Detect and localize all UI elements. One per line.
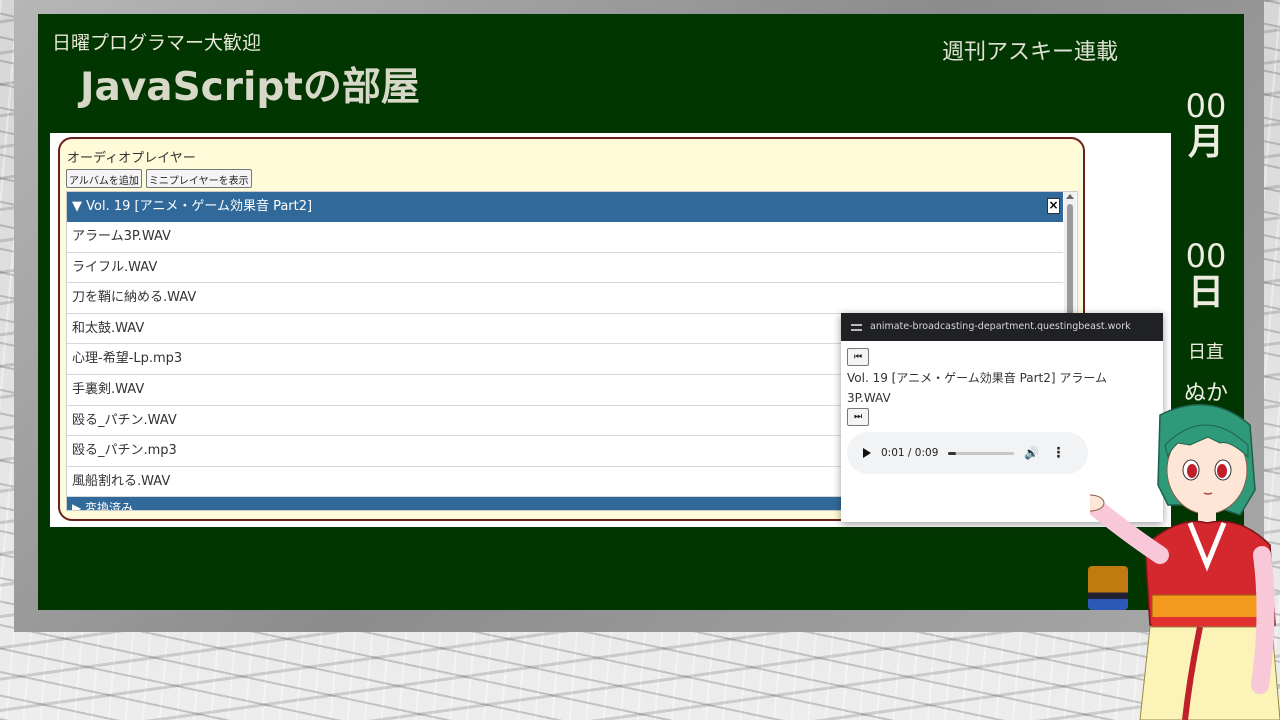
album-header[interactable]: ▼ Vol. 19 [アニメ・ゲーム効果音 Part2] × bbox=[67, 192, 1063, 222]
duty-label: 日直 bbox=[1188, 342, 1224, 363]
play-icon[interactable] bbox=[863, 448, 871, 458]
add-album-button[interactable]: アルバムを追加 bbox=[66, 169, 142, 188]
track-item[interactable]: アラーム3P.WAV bbox=[67, 222, 1063, 253]
day-number: 00 bbox=[1185, 237, 1227, 275]
player-title: オーディオプレイヤー bbox=[67, 151, 196, 166]
audio-control: 0:01 / 0:09 🔊 ⋮ bbox=[847, 432, 1088, 474]
track-item[interactable]: ライフル.WAV bbox=[67, 253, 1063, 284]
audio-time: 0:01 / 0:09 bbox=[881, 447, 939, 459]
track-item[interactable]: 刀を鞘に納める.WAV bbox=[67, 283, 1063, 314]
site-settings-icon[interactable] bbox=[851, 322, 862, 332]
album-title: ▼ Vol. 19 [アニメ・ゲーム効果音 Part2] bbox=[72, 199, 313, 214]
month-unit: 月 bbox=[1187, 121, 1224, 163]
previous-track-button[interactable]: ⏮ bbox=[847, 348, 869, 366]
volume-icon[interactable]: 🔊 bbox=[1024, 446, 1039, 460]
date-day: 00 日 bbox=[1168, 237, 1244, 313]
mini-player-url: animate-broadcasting-department.questing… bbox=[870, 321, 1131, 332]
close-icon[interactable]: × bbox=[1047, 198, 1060, 214]
audio-progress-bar[interactable] bbox=[948, 451, 1015, 455]
month-number: 00 bbox=[1185, 87, 1227, 125]
scroll-up-icon[interactable] bbox=[1066, 194, 1074, 199]
next-track-button[interactable]: ⏭ bbox=[847, 408, 869, 426]
player-toolbar: アルバムを追加 ミニプレイヤーを表示 bbox=[66, 169, 1077, 188]
more-options-icon[interactable]: ⋮ bbox=[1051, 445, 1065, 461]
board-subtitle: 日曜プログラマー大歓迎 bbox=[52, 32, 262, 54]
show-mini-player-button[interactable]: ミニプレイヤーを表示 bbox=[145, 169, 252, 188]
day-unit: 日 bbox=[1187, 271, 1224, 313]
mini-player-titlebar: animate-broadcasting-department.questing… bbox=[841, 313, 1163, 341]
audio-progress-fill bbox=[948, 451, 956, 455]
date-month: 00 月 bbox=[1168, 87, 1244, 163]
board-title: JavaScriptの部屋 bbox=[80, 65, 420, 110]
character-illustration bbox=[1090, 403, 1280, 720]
board-right-title: 週刊アスキー連載 bbox=[942, 40, 1119, 65]
